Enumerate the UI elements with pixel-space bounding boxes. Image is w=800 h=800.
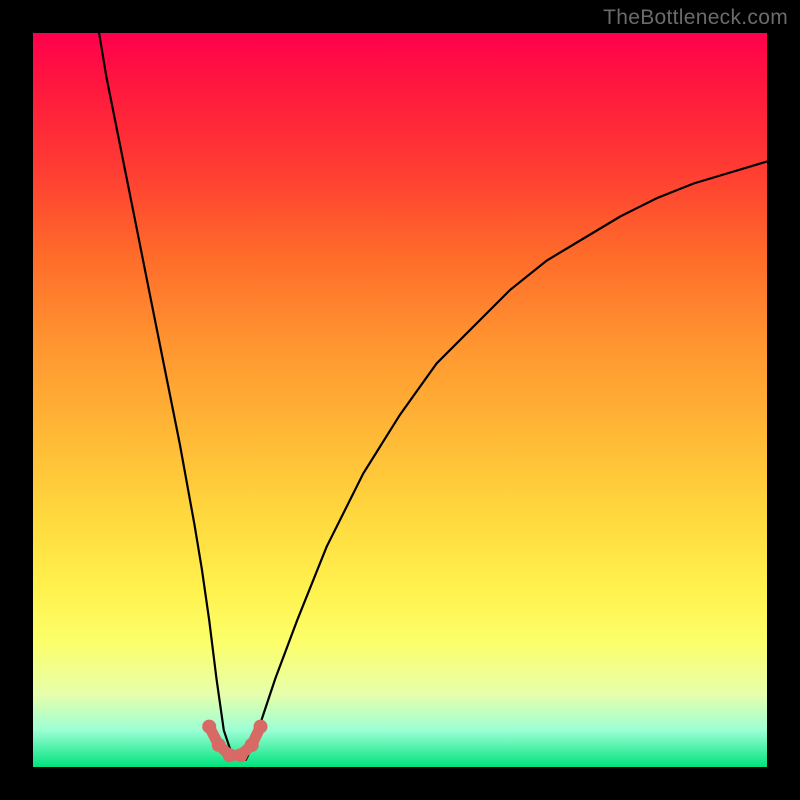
chart-svg: [33, 33, 767, 767]
watermark-text: TheBottleneck.com: [603, 6, 788, 30]
valley-dot: [254, 720, 268, 734]
valley-dot: [234, 748, 248, 762]
valley-dot: [212, 738, 226, 752]
chart-plot-area: [33, 33, 767, 767]
bottleneck-curve: [99, 33, 767, 760]
valley-dot: [202, 720, 216, 734]
chart-frame: TheBottleneck.com: [0, 0, 800, 800]
valley-dot: [245, 738, 259, 752]
